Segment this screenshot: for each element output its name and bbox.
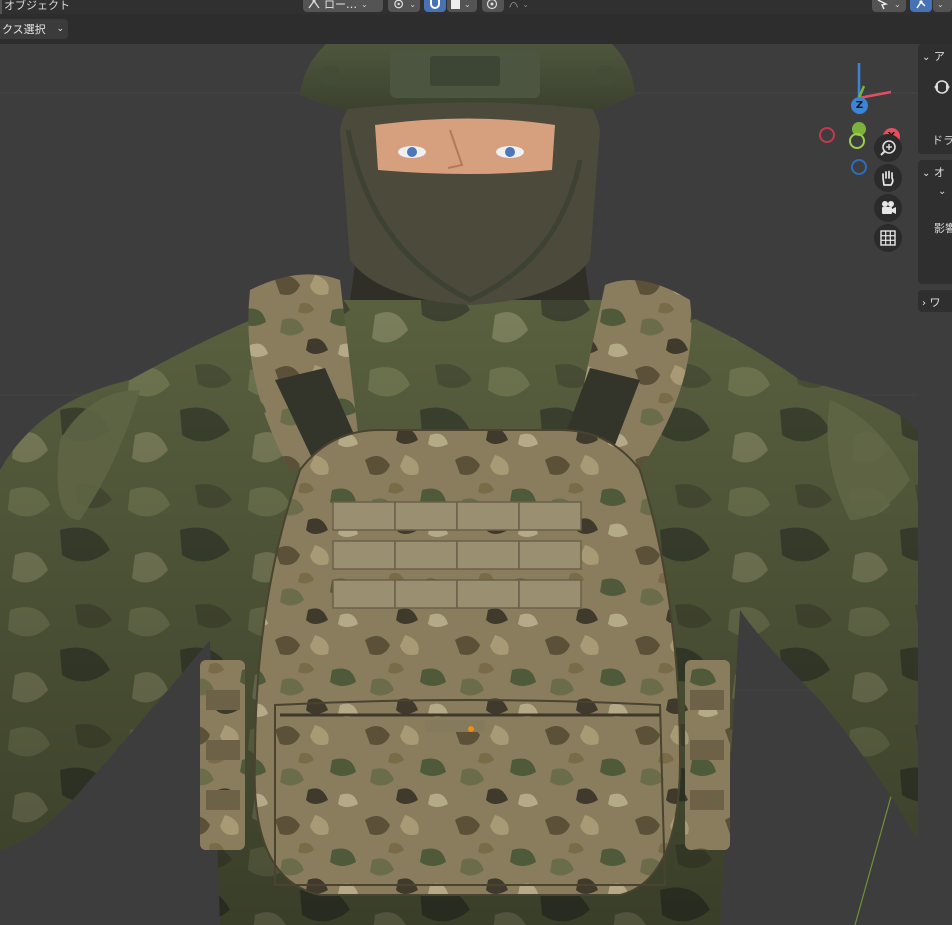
eye-pointer-icon	[877, 0, 889, 10]
pivot-point-dropdown[interactable]: ⌄	[388, 0, 420, 12]
chevron-down-icon: ⌄	[937, 0, 944, 9]
chevron-right-icon: ›	[922, 298, 926, 309]
pan-hand-icon	[882, 170, 894, 186]
chevron-down-icon: ⌄	[522, 0, 529, 9]
viewport-header: オブジェクト ロー… ⌄ ⌄ ⌄ ⌄ ⌄ ⌄	[0, 0, 952, 14]
falloff-dropdown[interactable]: ⌄	[505, 0, 533, 12]
zoom-button[interactable]	[874, 134, 902, 162]
panel-workspace[interactable]: › ワ	[918, 290, 952, 312]
chevron-down-icon: ⌄	[894, 0, 901, 9]
snap-target-dropdown[interactable]: ⌄	[447, 0, 477, 12]
tool-refresh-icon	[934, 80, 950, 94]
n-panel-sidebar: ⌄ ア ドラ ⌄ オ ⌄ 影響 › ワ	[918, 44, 952, 925]
gizmo-neg-y-axis[interactable]	[849, 133, 865, 149]
3d-viewport[interactable]: Z X	[0, 44, 918, 925]
panel-title: ワ	[929, 296, 941, 309]
panel-header[interactable]: › ワ	[922, 294, 941, 310]
camera-view-icon	[882, 201, 896, 214]
proportional-edit-toggle[interactable]	[482, 0, 504, 12]
chevron-down-icon: ⌄	[409, 0, 416, 9]
panel-title: オ	[933, 166, 945, 179]
ortho-toggle-button[interactable]	[874, 224, 902, 252]
gizmo-z-axis[interactable]: Z	[851, 97, 868, 114]
gizmo-toggle[interactable]	[910, 0, 932, 12]
falloff-curve-icon	[509, 1, 519, 8]
proportional-edit-icon	[486, 0, 498, 10]
select-mode-dropdown[interactable]: クス選択 ⌄	[0, 19, 68, 39]
zoom-icon	[880, 140, 896, 156]
snap-square-icon	[451, 0, 460, 9]
panel-active-tool[interactable]: ⌄ ア ドラ	[918, 44, 952, 154]
gizmo-dropdown[interactable]: ⌄	[933, 0, 952, 12]
mode-menu[interactable]: オブジェクト	[4, 0, 70, 13]
select-mode-label: クス選択	[2, 23, 46, 36]
chevron-down-icon[interactable]: ⌄	[938, 186, 946, 197]
grid-icon	[880, 230, 896, 246]
pivot-icon	[394, 0, 404, 9]
magnet-icon	[430, 0, 440, 9]
panel-options[interactable]: ⌄ オ ⌄ 影響	[918, 160, 952, 284]
chevron-down-icon: ⌄	[361, 0, 368, 9]
panel-sub-label: ドラ	[932, 134, 952, 147]
transform-orientation-dropdown[interactable]: ロー… ⌄	[303, 0, 383, 12]
panel-sub-label: 影響	[934, 222, 952, 235]
chevron-down-icon: ⌄	[922, 168, 931, 179]
gizmo-neg-z-axis[interactable]	[851, 159, 867, 175]
chevron-down-icon: ⌄	[464, 0, 471, 9]
tool-settings-bar: クス選択 ⌄	[0, 14, 952, 44]
camera-view-button[interactable]	[874, 194, 902, 222]
soldier-model-render	[0, 44, 918, 925]
visibility-dropdown[interactable]: ⌄	[872, 0, 906, 12]
chevron-down-icon: ⌄	[56, 24, 64, 34]
header-separator	[0, 0, 2, 14]
gizmo-icon	[916, 0, 926, 9]
panel-header[interactable]: ⌄ オ	[922, 164, 945, 180]
panel-title: ア	[933, 50, 945, 63]
orientation-label: ロー…	[324, 0, 357, 11]
chevron-down-icon: ⌄	[922, 52, 931, 63]
snap-toggle[interactable]	[424, 0, 446, 12]
gizmo-neg-x-axis[interactable]	[819, 127, 835, 143]
panel-header[interactable]: ⌄ ア	[922, 48, 945, 64]
orientation-icon	[308, 0, 320, 9]
pan-button[interactable]	[874, 164, 902, 192]
